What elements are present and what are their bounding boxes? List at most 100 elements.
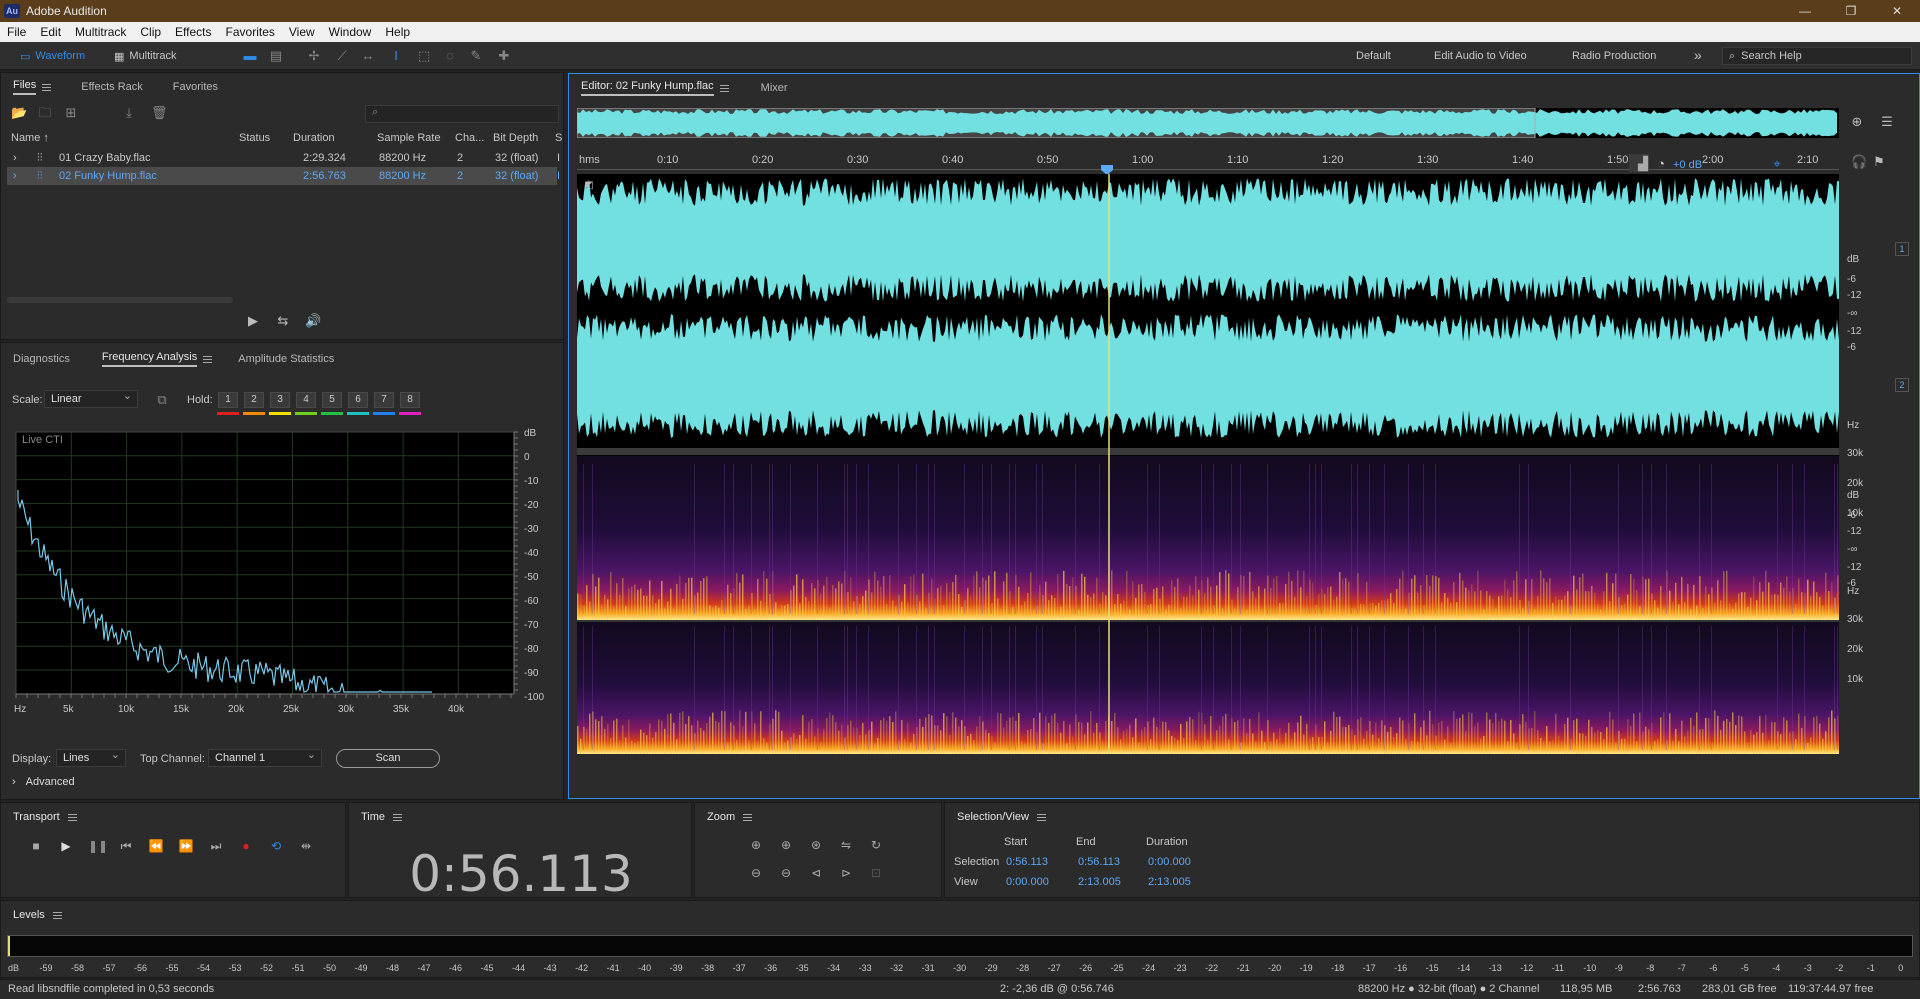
advanced-toggle[interactable]: › Advanced	[12, 776, 75, 788]
stop-button[interactable]: ■	[28, 838, 44, 854]
headphones-icon[interactable]: 🎧	[1851, 154, 1867, 170]
tab-effects-rack[interactable]: Effects Rack	[69, 75, 155, 99]
col-name[interactable]: Name ↑	[11, 132, 49, 144]
multitrack-view-button[interactable]: ▦ Multitrack	[108, 46, 182, 66]
hold-button-2[interactable]: 2	[244, 392, 264, 408]
close-button[interactable]: ✕	[1874, 0, 1920, 22]
hold-button-4[interactable]: 4	[296, 392, 316, 408]
workspace-default[interactable]: Default	[1356, 50, 1391, 62]
panel-menu-icon[interactable]	[67, 813, 77, 821]
spot-healing-tool-icon[interactable]: ✚	[496, 48, 512, 64]
view-duration[interactable]: 2:13.005	[1148, 876, 1191, 888]
col-bit-depth[interactable]: Bit Depth	[493, 132, 538, 144]
autoplay-icon[interactable]: 🔊	[305, 313, 321, 329]
tab-files[interactable]: Files	[1, 75, 63, 99]
zoom-in-amplitude-icon[interactable]: ⊕	[746, 836, 766, 854]
file-row-selected[interactable]: › ⫶⫶ 02 Funky Hump.flac 2:56.763 88200 H…	[7, 167, 560, 185]
hold-button-1[interactable]: 1	[218, 392, 238, 408]
zoom-out-time-icon[interactable]: ⊖	[776, 864, 796, 882]
copy-to-clipboard-icon[interactable]: ⧉	[154, 392, 170, 408]
zoom-out-amplitude-icon[interactable]: ⊖	[746, 864, 766, 882]
marker-icon[interactable]: ⚑	[1871, 154, 1887, 170]
loop-playback-button[interactable]: ⟲	[268, 838, 284, 854]
menu-multitrack[interactable]: Multitrack	[68, 25, 133, 39]
panel-menu-icon[interactable]	[719, 84, 729, 92]
selection-duration[interactable]: 0:00.000	[1148, 856, 1191, 868]
spectral-display-icon[interactable]: ▤	[268, 48, 284, 64]
rewind-button[interactable]: ⏪	[148, 838, 164, 854]
go-to-start-button[interactable]: ⏮	[118, 838, 134, 854]
panel-menu-icon[interactable]	[52, 911, 62, 919]
tab-frequency-analysis[interactable]: Frequency Analysis	[90, 347, 224, 371]
hold-button-6[interactable]: 6	[348, 392, 368, 408]
top-channel-dropdown[interactable]: Channel 1	[208, 748, 322, 767]
zoom-reset-icon[interactable]: ↻	[866, 836, 886, 854]
move-tool-icon[interactable]: ✢	[306, 48, 322, 64]
col-s[interactable]: S	[555, 132, 562, 144]
pin-hud-icon[interactable]: ⌖	[1769, 156, 1785, 172]
menu-edit[interactable]: Edit	[33, 25, 68, 39]
col-status[interactable]: Status	[239, 132, 270, 144]
view-end[interactable]: 2:13.005	[1078, 876, 1121, 888]
hold-button-8[interactable]: 8	[400, 392, 420, 408]
zoom-out-point-icon[interactable]: ⊳	[836, 864, 856, 882]
menu-window[interactable]: Window	[322, 25, 379, 39]
time-display[interactable]: 0:56.113	[349, 845, 693, 903]
fast-forward-button[interactable]: ⏩	[178, 838, 194, 854]
menu-view[interactable]: View	[282, 25, 322, 39]
razor-tool-icon[interactable]: ⟋	[334, 48, 350, 64]
gain-knob-icon[interactable]: ◔	[1653, 156, 1669, 172]
delete-icon[interactable]: 🗑	[151, 105, 168, 121]
workspace-radio-production[interactable]: Radio Production	[1572, 50, 1656, 62]
track-height-icon[interactable]: ☰	[1879, 114, 1895, 130]
overview-waveform[interactable]	[577, 108, 1839, 138]
import-file-icon[interactable]: 🗀	[37, 105, 53, 121]
scan-button[interactable]: Scan	[336, 749, 440, 768]
zoom-in-point-icon[interactable]: ⊲	[806, 864, 826, 882]
waveform-options-icon[interactable]: ◩	[581, 178, 597, 194]
selection-end[interactable]: 0:56.113	[1078, 856, 1120, 868]
go-to-end-button[interactable]: ⏭	[208, 838, 224, 854]
gain-value[interactable]: +0 dB	[1673, 159, 1702, 171]
panel-menu-icon[interactable]	[42, 83, 52, 91]
menu-help[interactable]: Help	[378, 25, 417, 39]
file-row[interactable]: › ⫶⫶ 01 Crazy Baby.flac 2:29.324 88200 H…	[7, 149, 560, 167]
display-dropdown[interactable]: Lines	[56, 748, 126, 767]
files-search-input[interactable]: ⌕	[365, 105, 559, 123]
tab-mixer[interactable]: Mixer	[749, 76, 800, 100]
channel-1-toggle[interactable]: 1	[1895, 242, 1909, 256]
tab-favorites[interactable]: Favorites	[161, 75, 230, 99]
channel-2-toggle[interactable]: 2	[1895, 378, 1909, 392]
play-preview-icon[interactable]: ▶	[245, 313, 261, 329]
expand-chevron-icon[interactable]: ›	[13, 152, 17, 164]
hold-button-3[interactable]: 3	[270, 392, 290, 408]
lasso-tool-icon[interactable]: ◌	[442, 48, 458, 64]
pause-button[interactable]: ❚❚	[88, 838, 108, 854]
tab-diagnostics[interactable]: Diagnostics	[1, 347, 82, 371]
menu-file[interactable]: File	[0, 25, 33, 39]
panel-menu-icon[interactable]	[743, 813, 753, 821]
zoom-navigator-icon[interactable]: ⊕	[1849, 114, 1865, 130]
menu-effects[interactable]: Effects	[168, 25, 218, 39]
waveform-spectral-display[interactable]	[577, 174, 1839, 754]
menu-clip[interactable]: Clip	[133, 25, 168, 39]
minimize-button[interactable]: —	[1782, 0, 1828, 22]
loop-preview-icon[interactable]: ⇆	[275, 313, 291, 329]
maximize-button[interactable]: ❐	[1828, 0, 1874, 22]
col-channels[interactable]: Cha...	[455, 132, 484, 144]
menu-favorites[interactable]: Favorites	[219, 25, 282, 39]
col-sample-rate[interactable]: Sample Rate	[377, 132, 441, 144]
new-file-icon[interactable]: ⊞	[63, 105, 79, 121]
brush-tool-icon[interactable]: ✎	[468, 48, 484, 64]
more-workspaces-button[interactable]: »	[1694, 47, 1702, 63]
workspace-edit-audio-to-video[interactable]: Edit Audio to Video	[1434, 50, 1527, 62]
marquee-tool-icon[interactable]: ⬚	[416, 48, 432, 64]
record-button[interactable]: ●	[238, 838, 254, 854]
slip-tool-icon[interactable]: ↔	[360, 48, 376, 64]
col-duration[interactable]: Duration	[293, 132, 335, 144]
search-help-field[interactable]: ⌕ Search Help	[1722, 47, 1912, 65]
zoom-selection-icon[interactable]: ⊛	[806, 836, 826, 854]
panel-menu-icon[interactable]	[1036, 813, 1046, 821]
zoom-in-time-icon[interactable]: ⊕	[776, 836, 796, 854]
horizontal-scrollbar[interactable]	[7, 297, 233, 303]
